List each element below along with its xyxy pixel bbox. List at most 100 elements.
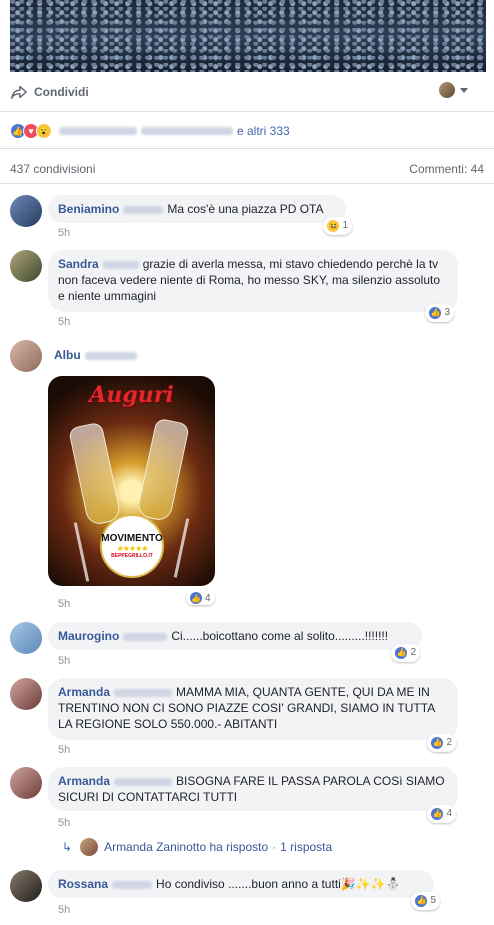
comment-bubble: Sandra grazie di averla messa, mi stavo c… xyxy=(48,250,458,322)
comment-time[interactable]: 5h xyxy=(58,227,70,239)
share-as-selector[interactable] xyxy=(439,82,468,98)
comment-bubble: Rossana Ho condiviso .......buon anno a t… xyxy=(48,870,440,910)
comment-bubble: Armanda BISOGNA FARE IL PASSA PAROLA COSì… xyxy=(48,767,458,823)
comment-text: Ci......boicottano come al solito.......… xyxy=(171,629,389,643)
comment-time[interactable]: 5h xyxy=(58,817,70,829)
reactions-others-link[interactable]: e altri 333 xyxy=(237,124,290,138)
comment-image[interactable]: Auguri MOVIMENTO ★★★★★ BEPPEGRILLO.IT xyxy=(48,376,215,586)
comment: Rossana Ho condiviso .......buon anno a t… xyxy=(10,870,440,910)
share-bar: Condividi xyxy=(10,78,486,106)
reactions-names[interactable]: e altri 333 xyxy=(59,124,290,138)
comment-time[interactable]: 5h xyxy=(58,598,70,610)
reactions-summary[interactable]: 👍 ♥ 😮 e altri 333 xyxy=(10,122,290,140)
comment-author[interactable]: Sandra xyxy=(58,257,99,271)
stars-icon: ★★★★★ xyxy=(116,544,149,553)
post-photo[interactable] xyxy=(10,0,486,72)
like-reaction-icon: 👍 xyxy=(415,895,428,907)
haha-reaction-icon: 😆 xyxy=(327,220,340,232)
reaction-count: 2 xyxy=(410,647,416,658)
comment-reactions[interactable]: 👍 3 xyxy=(425,304,454,322)
logo-text: MOVIMENTO xyxy=(101,533,163,544)
chevron-down-icon xyxy=(460,87,468,93)
comment-bubble: Beniamino Ma cos'è una piazza PD OTA 😆 1 xyxy=(48,195,352,235)
reaction-count: 2 xyxy=(446,737,452,748)
avatar xyxy=(80,838,99,856)
comment-author[interactable]: Albu xyxy=(54,348,81,362)
avatar[interactable] xyxy=(10,870,42,902)
comment-reactions[interactable]: 😆 1 xyxy=(323,217,352,235)
comment-author[interactable]: Armanda xyxy=(58,774,110,788)
image-title: Auguri xyxy=(89,382,174,408)
comment-text: Ho condiviso .......buon anno a tutti🎉✨✨… xyxy=(156,877,401,891)
glass-stem xyxy=(73,522,90,582)
avatar[interactable] xyxy=(10,340,42,372)
avatar[interactable] xyxy=(10,767,42,799)
glass-stem xyxy=(173,518,190,578)
comment-time[interactable]: 5h xyxy=(58,316,70,328)
like-reaction-icon: 👍 xyxy=(429,307,442,319)
comment-bubble: Armanda MAMMA MIA, QUANTA GENTE, QUI DA M… xyxy=(48,678,458,752)
reaction-count: 4 xyxy=(446,808,452,819)
comment: Albu xyxy=(10,340,137,372)
comment-author[interactable]: Rossana xyxy=(58,877,108,891)
blurred-surname xyxy=(123,205,164,214)
comment-text: Ma cos'è una piazza PD OTA xyxy=(167,202,324,216)
reaction-count: 5 xyxy=(430,895,436,906)
comment: Armanda BISOGNA FARE IL PASSA PAROLA COSì… xyxy=(10,767,458,823)
champagne-glass xyxy=(67,421,123,527)
comment: Beniamino Ma cos'è una piazza PD OTA 😆 1 xyxy=(10,195,352,235)
comment-reactions[interactable]: 👍 4 xyxy=(186,591,215,605)
like-reaction-icon: 👍 xyxy=(431,737,444,749)
champagne-glass xyxy=(135,417,191,523)
comment-bubble: Maurogino Ci......boicottano come al soli… xyxy=(48,622,422,662)
logo-subtext: BEPPEGRILLO.IT xyxy=(111,553,153,559)
blurred-names xyxy=(59,127,137,135)
blurred-surname xyxy=(112,880,153,889)
comment: Maurogino Ci......boicottano come al soli… xyxy=(10,622,422,662)
reply-arrow-icon: ↳ xyxy=(62,840,73,854)
shares-count[interactable]: 437 condivisioni xyxy=(10,162,95,176)
comments-count[interactable]: Commenti: 44 xyxy=(409,162,484,176)
comment-time[interactable]: 5h xyxy=(58,744,70,756)
comment-reactions[interactable]: 👍 4 xyxy=(427,805,456,823)
comment-reactions[interactable]: 👍 5 xyxy=(411,892,440,910)
divider xyxy=(0,111,494,112)
movimento-logo: MOVIMENTO ★★★★★ BEPPEGRILLO.IT xyxy=(100,514,164,578)
reaction-count: 4 xyxy=(205,592,211,604)
reaction-count: 3 xyxy=(444,307,450,318)
replies-link[interactable]: ↳ Armanda Zaninotto ha risposto · 1 risp… xyxy=(62,838,332,856)
share-arrow-icon xyxy=(11,85,27,100)
blurred-surname xyxy=(114,688,173,697)
post-counts: 437 condivisioni Commenti: 44 xyxy=(10,162,484,176)
avatar[interactable] xyxy=(10,678,42,710)
blurred-surname xyxy=(123,632,168,641)
reply-author-text[interactable]: Armanda Zaninotto ha risposto xyxy=(104,840,268,854)
avatar[interactable] xyxy=(10,250,42,282)
comment-author[interactable]: Beniamino xyxy=(58,202,119,216)
wow-reaction-icon: 😮 xyxy=(36,123,52,139)
avatar xyxy=(439,82,455,98)
divider xyxy=(0,148,494,149)
blurred-surname xyxy=(84,351,137,360)
reply-count[interactable]: 1 risposta xyxy=(280,840,332,854)
comment: Sandra grazie di averla messa, mi stavo c… xyxy=(10,250,458,322)
comment-author[interactable]: Maurogino xyxy=(58,629,119,643)
divider xyxy=(0,183,494,184)
share-button[interactable]: Condividi xyxy=(34,85,89,99)
comment-time[interactable]: 5h xyxy=(58,655,70,667)
comment-header: Albu xyxy=(54,348,137,372)
comment-reactions[interactable]: 👍 2 xyxy=(427,734,456,752)
comment-author[interactable]: Armanda xyxy=(58,685,110,699)
avatar[interactable] xyxy=(10,195,42,227)
blurred-names xyxy=(141,127,233,135)
comment: Armanda MAMMA MIA, QUANTA GENTE, QUI DA M… xyxy=(10,678,458,752)
comment-time[interactable]: 5h xyxy=(58,904,70,916)
blurred-surname xyxy=(102,260,139,269)
comment-reactions[interactable]: 👍 2 xyxy=(391,644,420,662)
like-reaction-icon: 👍 xyxy=(431,808,444,820)
separator: · xyxy=(272,840,277,854)
like-reaction-icon: 👍 xyxy=(395,647,408,659)
avatar[interactable] xyxy=(10,622,42,654)
reaction-count: 1 xyxy=(342,220,348,231)
blurred-surname xyxy=(114,777,173,786)
